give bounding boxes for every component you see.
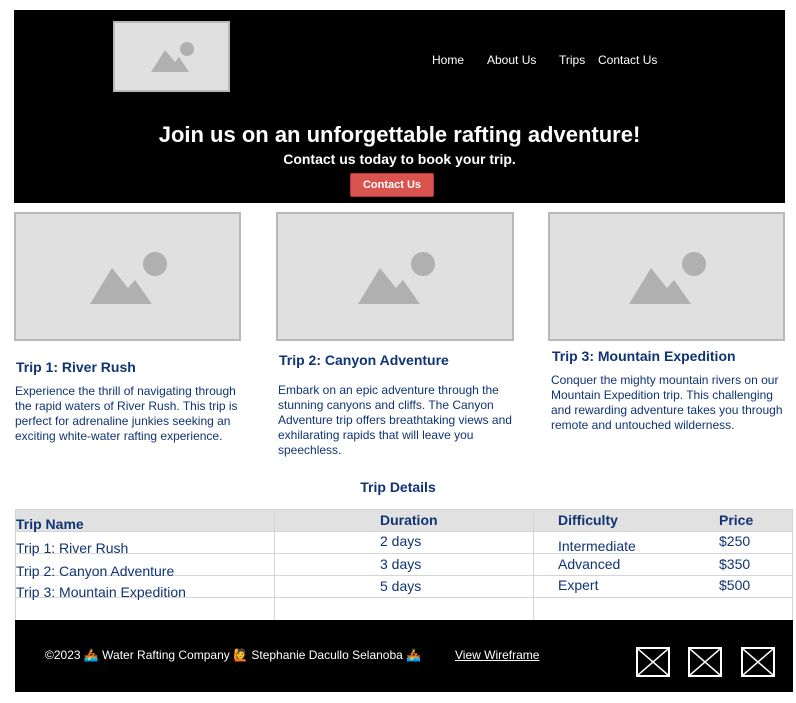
site-header: Home About Us Trips Contact Us Join us o… [14, 10, 785, 203]
view-wireframe-link[interactable]: View Wireframe [455, 648, 539, 662]
nav-about-us[interactable]: About Us [487, 53, 536, 67]
trip-3-title: Trip 3: Mountain Expedition [552, 348, 736, 364]
table-cell: Trip 3: Mountain Expedition [16, 584, 186, 600]
table-cell: 2 days [380, 533, 422, 549]
table-cell: Expert [558, 577, 599, 593]
column-header-difficulty: Difficulty [558, 512, 618, 528]
contact-us-button[interactable]: Contact Us [350, 173, 434, 197]
table-cell: $250 [719, 533, 751, 549]
trip-2-description: Embark on an epic adventure through the … [278, 383, 512, 457]
image-placeholder-icon [90, 252, 167, 304]
hero-title: Join us on an unforgettable rafting adve… [158, 122, 641, 147]
social-placeholder-icon[interactable] [741, 647, 775, 677]
trip-3-image [548, 212, 785, 341]
table-cell: Trip 2: Canyon Adventure [16, 563, 175, 579]
logo-image-placeholder[interactable] [113, 21, 230, 92]
trip-1-description: Experience the thrill of navigating thro… [15, 384, 238, 443]
trip-1-image [14, 212, 241, 341]
social-placeholder-icon[interactable] [636, 647, 670, 677]
trip-details-title: Trip Details [360, 479, 436, 495]
table-cell: Intermediate [558, 538, 636, 554]
trip-2-image [276, 212, 514, 341]
image-placeholder-icon [151, 42, 194, 72]
hero-subtitle: Contact us today to book your trip. [283, 151, 516, 167]
nav-home[interactable]: Home [432, 53, 464, 67]
column-header-duration: Duration [380, 512, 438, 528]
image-placeholder-icon [629, 252, 706, 304]
footer-copyright: ©2023 🚣 Water Rafting Company 🙋 Stephani… [45, 648, 422, 662]
table-cell: $500 [719, 577, 751, 593]
site-footer: ©2023 🚣 Water Rafting Company 🙋 Stephani… [15, 620, 793, 692]
trip-1-title: Trip 1: River Rush [16, 359, 136, 375]
column-header-price: Price [719, 512, 754, 528]
table-cell: 3 days [380, 556, 422, 572]
table-cell: 5 days [380, 578, 422, 594]
table-cell: $350 [719, 556, 751, 572]
table-cell: Advanced [558, 556, 621, 572]
nav-contact-us[interactable]: Contact Us [598, 53, 657, 67]
image-placeholder-icon [358, 252, 435, 304]
trip-2-title: Trip 2: Canyon Adventure [279, 352, 449, 368]
trip-3-description: Conquer the mighty mountain rivers on ou… [551, 373, 783, 432]
nav-trips[interactable]: Trips [559, 53, 585, 67]
social-placeholder-icon[interactable] [688, 647, 722, 677]
table-cell: Trip 1: River Rush [16, 540, 129, 556]
column-header-trip-name: Trip Name [16, 516, 84, 532]
